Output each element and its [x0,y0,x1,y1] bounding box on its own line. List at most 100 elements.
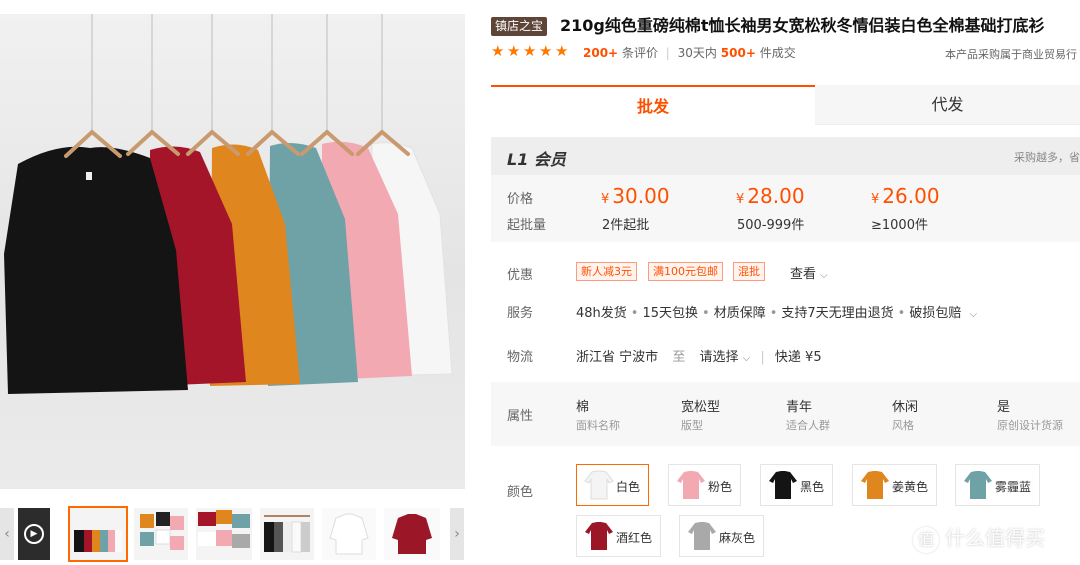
promo-tag[interactable]: 满100元包邮 [648,262,723,281]
color-option[interactable]: 雾霾蓝 [955,464,1040,506]
currency-symbol: ¥ [601,192,610,207]
color-option[interactable]: 姜黄色 [852,464,937,506]
price-label: 价格 [507,192,534,207]
dot-separator: • [702,306,710,321]
tab-wholesale[interactable]: 批发 [491,85,815,125]
color-name: 姜黄色 [891,480,928,494]
color-swatch [964,471,992,499]
shipping-method: 快递 [774,350,801,365]
star-icon: ★ [523,42,537,60]
color-name: 雾霾蓝 [994,480,1031,494]
thumbnail-6-image [392,514,432,554]
shirts-on-hangers-illustration [4,14,453,394]
view-more-label: 查看 [790,267,817,282]
property-value: 青年 [786,400,813,415]
currency-symbol: ¥ [736,192,745,207]
promo-tag[interactable]: 新人减3元 [576,262,637,281]
tier-price-value: 30.00 [612,184,670,208]
color-swatch [861,471,889,499]
trade-notice: 本产品采购属于商业贸易行 [945,48,1077,61]
dot-separator: • [630,306,639,321]
property-value: 休闲 [892,400,919,415]
currency-symbol: ¥ [871,192,880,207]
tier-moq: 500-999件 [737,218,805,233]
thumbnail-3[interactable] [196,508,252,560]
service-list[interactable]: 48h发货 • 15天包换 • 材质保障 • 支持7天无理由退货 • 破损包赔 ⌵ [576,302,977,321]
color-option[interactable]: 白色 [576,464,649,506]
member-level-title: L1 会员 [507,150,566,169]
thumbnail-1[interactable] [68,506,128,562]
property-item: 青年 适合人群 [786,396,830,433]
tier-moq: ≥1000件 [871,218,928,233]
view-discounts-button[interactable]: 查看 ⌵ [790,263,828,282]
color-option[interactable]: 酒红色 [576,515,661,557]
thumb-prev-arrow[interactable]: ‹ [0,508,14,560]
color-option[interactable]: 黑色 [760,464,833,506]
thumbnail-4[interactable] [260,508,314,560]
thumbnail-5[interactable] [322,508,376,560]
product-title: 210g纯色重磅纯棉t恤长袖男女宽松秋冬情侣装白色全棉基础打底衫 [560,16,1045,35]
member-level-bar: L1 会员 采购越多，省 [491,137,1080,175]
main-product-image[interactable] [0,14,465,489]
color-name: 白色 [615,480,640,494]
color-name: 酒红色 [615,531,652,545]
property-item: 棉 面料名称 [576,396,620,433]
tab-dropship[interactable]: 代发 [815,85,1080,125]
origin-city: 宁波市 [619,350,659,365]
property-key: 适合人群 [786,419,830,432]
thumbnail-5-image [329,513,369,555]
review-stats[interactable]: 200+ 条评价 | 30天内 500+ 件成交 [583,46,796,60]
thumbnail-3-image [198,510,250,548]
promo-tag[interactable]: 混批 [733,262,765,281]
destination-placeholder: 请选择 [699,350,739,365]
thumbnail-2[interactable] [134,508,188,560]
to-label: 至 [672,350,686,365]
service-label: 服务 [507,306,534,321]
tier-price: ¥26.00 [871,184,940,208]
logistics-info: 浙江省 宁波市 至 请选择 ⌵ | 快递 ¥5 [576,346,822,365]
watermark-logo-icon: 值 [913,526,939,553]
tier-price-value: 26.00 [882,184,940,208]
tier-price: ¥30.00 [601,184,670,208]
moq-label: 起批量 [507,218,547,233]
star-icon: ★ [539,42,553,60]
member-tip[interactable]: 采购越多，省 [1014,149,1080,165]
color-name: 粉色 [707,480,732,494]
video-thumbnail[interactable]: ▶ [18,508,50,560]
star-icon: ★ [491,42,505,60]
color-swatch [677,471,705,499]
watermark-text: 什么值得买 [945,526,1045,550]
review-label: 条评价 [621,46,658,60]
review-count: 200+ [583,46,619,60]
thumbnail-2-image [140,512,184,550]
property-value: 棉 [576,400,590,415]
purchase-mode-tabs: 批发 代发 [491,85,1080,125]
tier-price-value: 28.00 [747,184,805,208]
property-value: 是 [997,400,1011,415]
color-option[interactable]: 粉色 [668,464,741,506]
color-option[interactable]: 麻灰色 [679,515,764,557]
color-swatch [769,471,797,499]
store-treasure-badge: 镇店之宝 [491,17,548,36]
thumbnail-strip: ‹ ▶ › [0,505,465,565]
divider: | [760,350,765,365]
sales-label: 件成交 [759,46,796,60]
star-icon: ★ [555,42,569,60]
rating-stars: ★ ★ ★ ★ ★ [491,44,570,59]
thumb-next-arrow[interactable]: › [450,508,464,560]
service-item: 48h发货 [576,306,627,321]
dot-separator: • [897,306,906,321]
origin-province: 浙江省 [576,350,616,365]
color-label: 颜色 [507,485,534,500]
dot-separator: • [769,306,778,321]
thumbnail-4-image [264,515,310,553]
destination-select[interactable]: 请选择 ⌵ [699,350,750,365]
chevron-down-icon: ⌵ [969,309,978,320]
tier-price: ¥28.00 [736,184,805,208]
discount-label: 优惠 [507,268,534,283]
thumbnail-6[interactable] [384,508,440,560]
service-item: 15天包换 [642,306,699,321]
service-item: 破损包赔 [909,306,962,321]
color-swatch [688,522,716,550]
property-key: 面料名称 [576,419,620,432]
